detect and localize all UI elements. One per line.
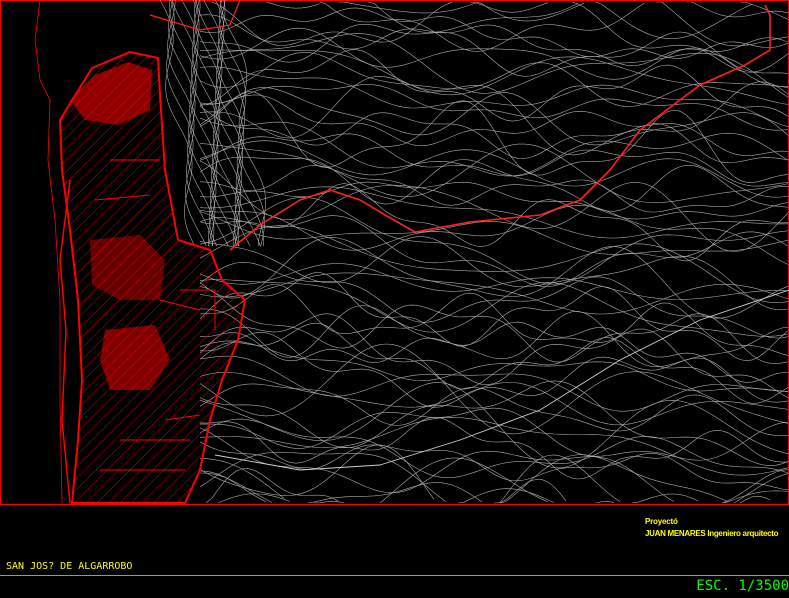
contour-line (199, 272, 789, 315)
contour-line (199, 156, 789, 212)
contour-line (199, 305, 789, 368)
contour-line (199, 14, 789, 67)
contour-line (199, 286, 789, 364)
contour-line (199, 52, 789, 107)
topographic-map (0, 0, 789, 576)
contour-line (199, 181, 789, 220)
contour-line (199, 340, 789, 392)
contour-line (199, 383, 789, 436)
contour-line (168, 0, 215, 247)
contour-line (199, 140, 789, 198)
contour-line (200, 471, 788, 503)
contour-line (211, 1, 789, 73)
contour-line (199, 105, 789, 164)
place-name: SAN JOS? DE ALGARROBO (6, 561, 133, 572)
contour-line (199, 418, 789, 479)
contour-line (199, 380, 789, 466)
contour-line (367, 1, 789, 47)
contour-line (199, 27, 789, 87)
contour-line (199, 416, 789, 476)
cad-drawing-sheet: Proyectó JUAN MENARES Ingeniero arquitec… (0, 0, 789, 598)
contour-line (314, 501, 788, 503)
contour-line (199, 416, 788, 480)
contour-line (199, 263, 789, 300)
main-road (229, 4, 771, 251)
contour-line (200, 473, 788, 503)
contour-line (199, 225, 789, 304)
contour-line (199, 66, 789, 127)
contour-line (199, 236, 789, 311)
contour-lines (159, 0, 789, 503)
urban-zone (58, 50, 247, 504)
contour-line (265, 1, 789, 22)
contour-line (199, 133, 789, 187)
scale-label: ESC. 1/3500 (696, 578, 789, 594)
contour-line (199, 237, 789, 319)
contour-line (199, 211, 789, 255)
contour-line (199, 322, 789, 404)
contour-line (199, 91, 789, 183)
contour-line (199, 49, 789, 105)
contour-line (199, 33, 789, 98)
project-label: Proyectó (645, 517, 678, 526)
contour-line (199, 75, 789, 156)
author-credit: JUAN MENARES Ingeniero arquitecto (645, 529, 779, 538)
contour-line (199, 143, 789, 203)
coastline (34, 0, 63, 504)
contour-line (206, 469, 788, 503)
contour-line (199, 183, 789, 262)
